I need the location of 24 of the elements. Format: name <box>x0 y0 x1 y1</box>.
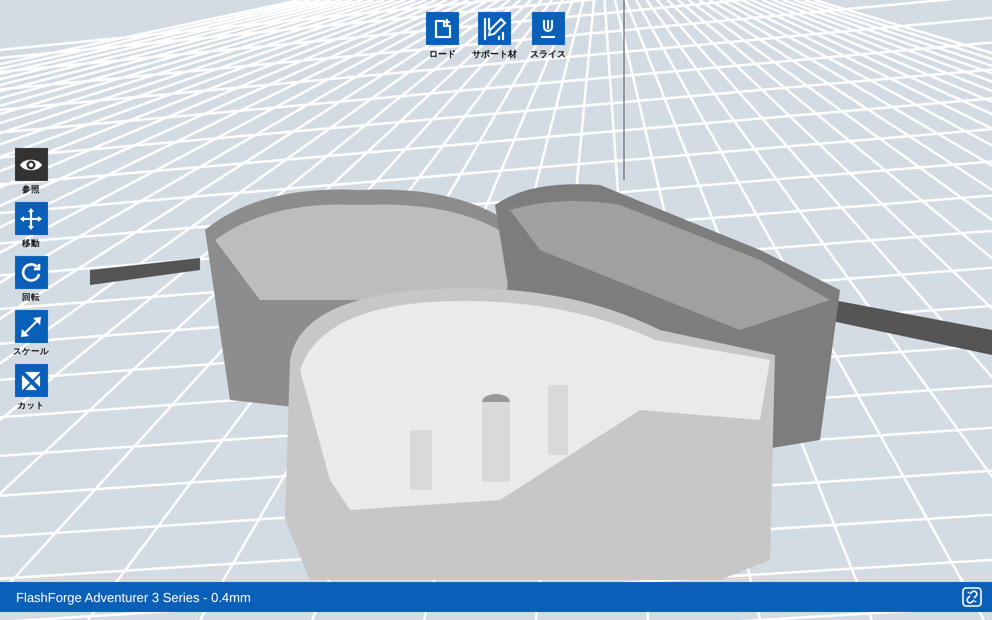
tool-label: サポート材 <box>472 48 517 61</box>
tool-label: 移動 <box>22 238 40 250</box>
document-plus-icon <box>432 18 452 40</box>
view-tool-button[interactable] <box>14 148 48 181</box>
tool-label: スライス <box>530 49 566 61</box>
tool-label: ロード <box>429 49 456 61</box>
tool-label: 参照 <box>22 184 40 196</box>
diagonal-arrow-icon <box>19 314 43 338</box>
move-arrows-icon <box>19 206 43 230</box>
tool-label: 回転 <box>22 292 40 304</box>
slice-tool-button[interactable] <box>532 12 564 45</box>
support-tool-button[interactable] <box>478 12 511 45</box>
broken-link-button[interactable] <box>962 587 982 607</box>
printer-name: FlashForge Adventurer 3 Series - 0.4mm <box>16 590 251 604</box>
tool-label: スケール <box>13 346 49 358</box>
tool-label: カット <box>18 400 44 412</box>
pencil-bars-icon <box>482 16 508 42</box>
rotate-icon <box>20 262 42 284</box>
move-tool-button[interactable] <box>14 202 48 235</box>
slice-icon <box>538 18 558 40</box>
cut-tool-button[interactable] <box>14 364 48 397</box>
load-tool-button[interactable] <box>426 12 459 45</box>
scale-tool-button[interactable] <box>14 310 48 343</box>
rotate-tool-button[interactable] <box>14 256 48 289</box>
